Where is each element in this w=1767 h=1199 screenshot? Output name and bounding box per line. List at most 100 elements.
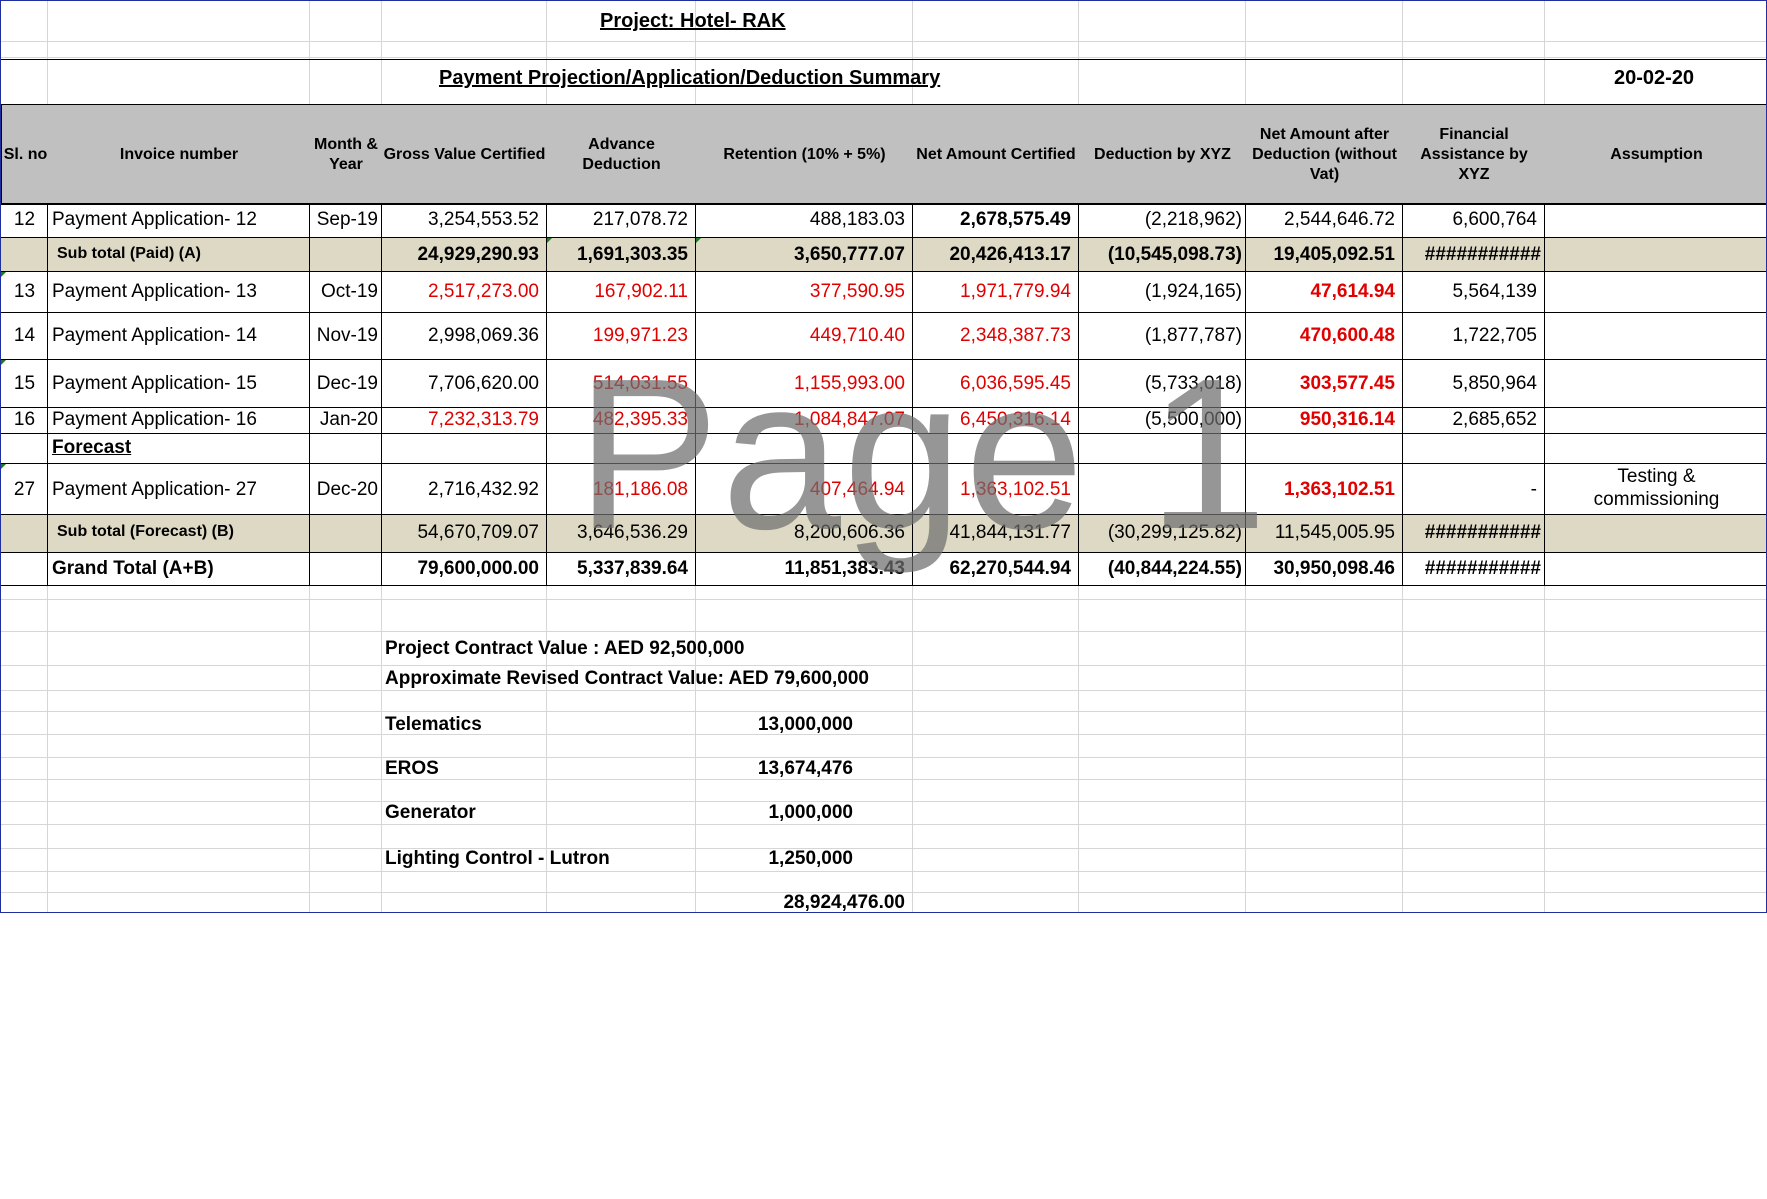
row-13-gross: 2,517,273.00 xyxy=(428,281,539,302)
note-item-label: Telematics xyxy=(385,714,482,735)
row-27-advance: 181,186.08 xyxy=(592,479,688,500)
row-27-net-after: 1,363,102.51 xyxy=(1284,479,1395,500)
notes-total: 28,924,476.00 xyxy=(783,892,905,913)
row-13-deduction: (1,924,165) xyxy=(1144,281,1242,302)
row-border xyxy=(1,552,1766,553)
subtotal-paid-label: Sub total (Paid) (A) xyxy=(57,245,201,262)
row-14-retention: 449,710.40 xyxy=(809,325,905,346)
gridline xyxy=(1,801,1766,802)
subtotal-forecast-financial: ########### xyxy=(1424,522,1541,543)
row-border xyxy=(1,433,1766,434)
row-14-financial: 1,722,705 xyxy=(1452,325,1537,346)
row-12-retention: 488,183.03 xyxy=(809,209,905,230)
gridline xyxy=(1,871,1766,872)
cell-indicator xyxy=(696,238,701,243)
row-border xyxy=(1,237,1766,238)
grand-total-label: Grand Total (A+B) xyxy=(52,558,214,579)
cell-indicator xyxy=(1,464,6,469)
subtotal-paid-net: 20,426,413.17 xyxy=(949,244,1071,265)
subtotal-forecast-net: 41,844,131.77 xyxy=(949,522,1071,543)
note-item-label: Lighting Control - Lutron xyxy=(385,848,610,869)
row-12-net: 2,678,575.49 xyxy=(960,209,1071,230)
row-12-financial: 6,600,764 xyxy=(1452,209,1537,230)
row-14-net-after: 470,600.48 xyxy=(1299,325,1395,346)
subtotal-paid-deduction: (10,545,098.73) xyxy=(1107,244,1242,265)
row-27-sl: 27 xyxy=(13,479,36,500)
row-27-invoice: Payment Application- 27 xyxy=(52,479,257,500)
header-net-after-deduction: Net Amount after Deduction (without Vat) xyxy=(1246,104,1404,205)
subtotal-forecast-label: Sub total (Forecast) (B) xyxy=(57,523,234,540)
row-16-sl: 16 xyxy=(13,409,36,430)
row-12-invoice: Payment Application- 12 xyxy=(52,209,257,230)
row-12-deduction: (2,218,962) xyxy=(1144,209,1242,230)
subtotal-forecast-deduction: (30,299,125.82) xyxy=(1107,522,1242,543)
row-13-month: Oct-19 xyxy=(320,281,378,302)
row-border xyxy=(1,203,1766,204)
gridline xyxy=(1,734,1766,735)
row-16-retention: 1,084,847.07 xyxy=(794,409,905,430)
row-13-net-after: 47,614.94 xyxy=(1310,281,1395,302)
grand-total-advance: 5,337,839.64 xyxy=(577,558,688,579)
row-border xyxy=(1,407,1766,408)
row-13-net: 1,971,779.94 xyxy=(960,281,1071,302)
subtotal-forecast-gross: 54,670,709.07 xyxy=(417,522,539,543)
row-16-month: Jan-20 xyxy=(319,409,378,430)
note-item-value: 13,674,476 xyxy=(757,758,853,779)
grand-total-retention: 11,851,383.43 xyxy=(784,558,905,579)
row-border xyxy=(1,312,1766,313)
gridline xyxy=(1,711,1766,712)
cell-indicator xyxy=(1,360,6,365)
spreadsheet-page: Project: Hotel- RAK Payment Projection/A… xyxy=(0,0,1767,913)
header-month-year: Month & Year xyxy=(310,104,383,205)
header-assumption: Assumption xyxy=(1545,104,1766,205)
row-13-financial: 5,564,139 xyxy=(1452,281,1537,302)
gridline xyxy=(1,824,1766,825)
cell-indicator xyxy=(547,238,552,243)
row-border xyxy=(1,585,1766,586)
summary-title: Payment Projection/Application/Deduction… xyxy=(439,67,941,89)
subtotal-paid-net-after: 19,405,092.51 xyxy=(1273,244,1395,265)
row-12-month: Sep-19 xyxy=(316,209,378,230)
row-14-month: Nov-19 xyxy=(316,325,378,346)
header-retention: Retention (10% + 5%) xyxy=(696,104,914,205)
row-14-gross: 2,998,069.36 xyxy=(428,325,539,346)
row-16-net: 6,450,316.14 xyxy=(960,409,1071,430)
gridline xyxy=(1,779,1766,780)
header-invoice-number: Invoice number xyxy=(48,104,311,205)
row-14-invoice: Payment Application- 14 xyxy=(52,325,257,346)
subtotal-forecast-advance: 3,646,536.29 xyxy=(577,522,688,543)
row-14-net: 2,348,387.73 xyxy=(960,325,1071,346)
grand-total-gross: 79,600,000.00 xyxy=(417,558,539,579)
row-27-gross: 2,716,432.92 xyxy=(428,479,539,500)
row-13-advance: 167,902.11 xyxy=(594,281,688,302)
header-deduction-by-xyz: Deduction by XYZ xyxy=(1079,104,1247,205)
row-16-invoice: Payment Application- 16 xyxy=(52,409,257,430)
gridline xyxy=(1,631,1766,632)
row-16-gross: 7,232,313.79 xyxy=(428,409,539,430)
row-27-net: 1,363,102.51 xyxy=(960,479,1071,500)
row-border xyxy=(1,463,1766,464)
row-16-deduction: (5,500,000) xyxy=(1144,409,1242,430)
gridline xyxy=(1,665,1766,666)
row-15-invoice: Payment Application- 15 xyxy=(52,373,257,394)
note-item-value: 1,000,000 xyxy=(768,802,853,823)
note-item-label: Generator xyxy=(385,802,476,823)
gridline xyxy=(1,757,1766,758)
row-border xyxy=(1,514,1766,515)
row-12-gross: 3,254,553.52 xyxy=(428,209,539,230)
note-item-value: 1,250,000 xyxy=(768,848,853,869)
row-15-deduction: (5,733,018) xyxy=(1144,373,1242,394)
row-15-retention: 1,155,993.00 xyxy=(794,373,905,394)
row-border xyxy=(1,271,1766,272)
row-13-sl: 13 xyxy=(13,281,36,302)
header-gross-value: Gross Value Certified xyxy=(382,104,548,205)
row-14-advance: 199,971.23 xyxy=(592,325,688,346)
header-advance-deduction: Advance Deduction xyxy=(547,104,697,205)
row-15-financial: 5,850,964 xyxy=(1452,373,1537,394)
cell-indicator xyxy=(1,272,6,277)
subtotal-paid-advance: 1,691,303.35 xyxy=(577,244,688,265)
revised-value-note: Approximate Revised Contract Value: AED … xyxy=(385,668,869,689)
row-border xyxy=(1,359,1766,360)
row-12-sl: 12 xyxy=(13,209,36,230)
row-27-retention: 407,464.94 xyxy=(809,479,905,500)
